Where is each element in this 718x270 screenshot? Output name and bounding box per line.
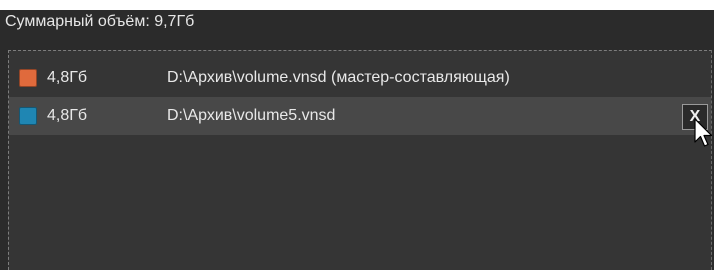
panel-header: Суммарный объём: 9,7Гб [0,10,714,48]
list-item[interactable]: 4,8Гб D:\Архив\volume.vnsd (мастер-соста… [9,59,711,97]
volumes-panel: Суммарный объём: 9,7Гб 4,8Гб D:\Архив\vo… [0,10,714,270]
volume-path: D:\Архив\volume5.vnsd [167,107,336,124]
color-swatch-icon [19,107,37,125]
volume-size: 4,8Гб [47,107,88,124]
list-item-selected[interactable]: 4,8Гб D:\Архив\volume5.vnsd X [9,97,711,135]
volume-list: 4,8Гб D:\Архив\volume.vnsd (мастер-соста… [8,50,712,270]
app-frame: Суммарный объём: 9,7Гб 4,8Гб D:\Архив\vo… [0,0,718,270]
mouse-pointer-icon [694,118,713,147]
volume-size: 4,8Гб [47,69,88,86]
total-volume-label: Суммарный объём: 9,7Гб [5,13,195,30]
color-swatch-icon [19,69,37,87]
volume-path: D:\Архив\volume.vnsd (мастер-составляюща… [167,69,510,86]
